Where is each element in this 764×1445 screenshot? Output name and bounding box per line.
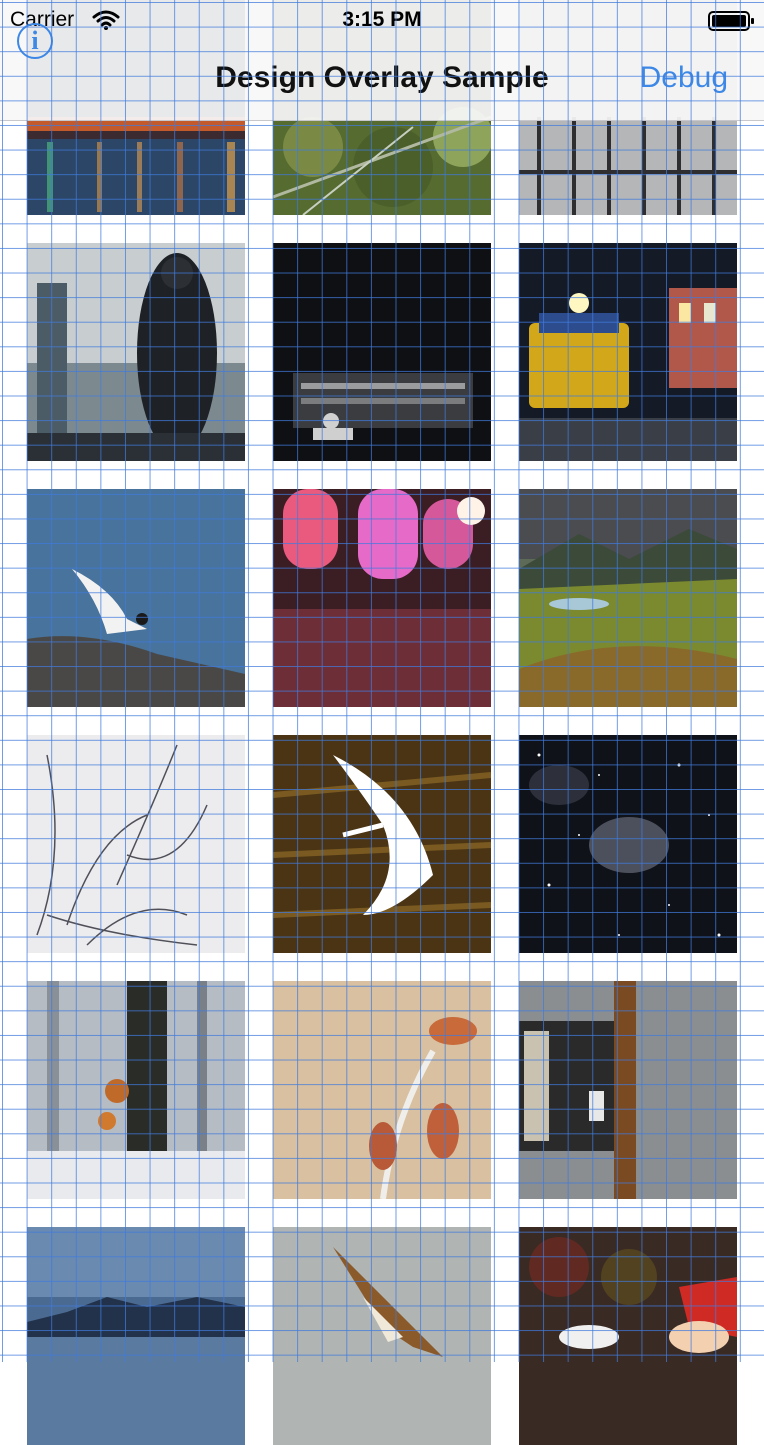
photo-cell-foggy-forest[interactable] xyxy=(27,981,245,1199)
photo-cell-blue-lake-mountains[interactable] xyxy=(27,1227,245,1445)
photo-cell-bird-of-prey[interactable] xyxy=(273,1227,491,1445)
photo-cell-garden-gnome[interactable] xyxy=(519,1227,737,1445)
photo-grid xyxy=(0,0,764,1445)
status-time: 3:15 PM xyxy=(342,8,422,31)
photo-cell-green-valley-mountains[interactable] xyxy=(519,489,737,707)
photo-cell-wooden-window-wall[interactable] xyxy=(519,981,737,1199)
photo-cell-frosted-leaves[interactable] xyxy=(273,981,491,1199)
photo-cell-train-night[interactable] xyxy=(519,243,737,461)
battery-icon xyxy=(708,10,756,37)
photo-cell-dark-studio-man[interactable] xyxy=(273,243,491,461)
info-button[interactable]: i xyxy=(17,23,53,59)
photo-cell-tern-on-rocks[interactable] xyxy=(27,489,245,707)
debug-button[interactable]: Debug xyxy=(640,61,728,95)
photo-cell-rainy-window-people[interactable] xyxy=(27,243,245,461)
photo-cell-egret-flying[interactable] xyxy=(273,735,491,953)
navigation-bar: Carrier 3:15 PM i Design Overlay Sample … xyxy=(0,0,764,121)
status-bar: Carrier 3:15 PM xyxy=(0,0,764,40)
photo-cell-winter-grass[interactable] xyxy=(27,735,245,953)
photo-cell-pink-bokeh-lights[interactable] xyxy=(273,489,491,707)
photo-cell-night-sky-nebula[interactable] xyxy=(519,735,737,953)
